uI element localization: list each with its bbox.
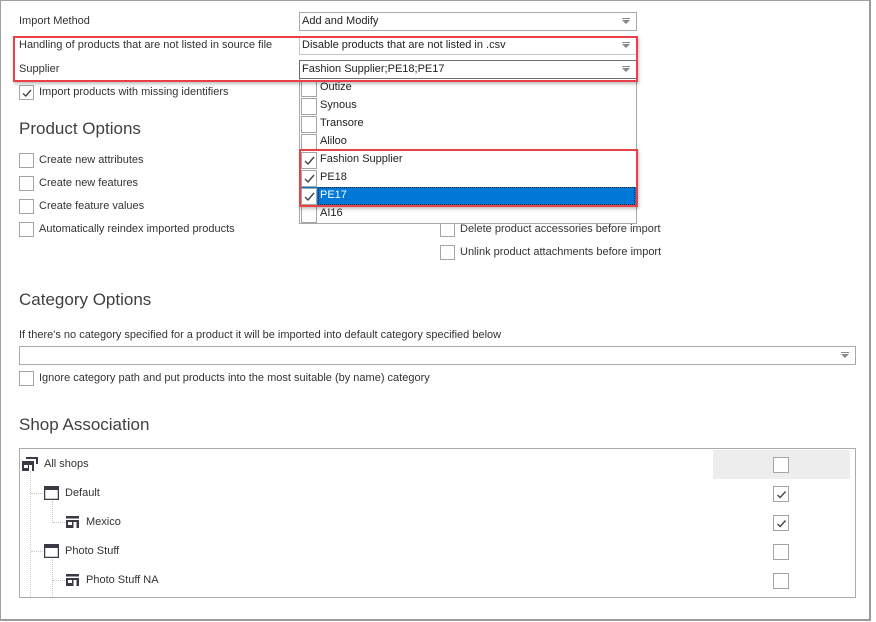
store-icon (66, 574, 79, 589)
tree-node-label: Photo Stuff (65, 545, 120, 557)
option-label: AI16 (320, 207, 343, 219)
shop-association-title: Shop Association (19, 415, 150, 434)
check-icon (304, 174, 315, 184)
check-icon (22, 89, 32, 97)
checkbox[interactable] (19, 222, 34, 237)
chevron-down-icon (622, 66, 630, 72)
checkbox[interactable] (19, 199, 34, 214)
option-checkbox[interactable] (301, 80, 317, 97)
tree-node-label: Mexico (86, 516, 121, 528)
chevron-down-icon (841, 352, 849, 358)
check-icon (777, 520, 787, 528)
supplier-option-ai16[interactable]: AI16 (300, 205, 636, 223)
checkbox-label: Create feature values (39, 200, 145, 212)
check-icon (304, 192, 315, 202)
shop-group-icon (22, 457, 38, 474)
option-checkbox[interactable] (301, 152, 317, 169)
supplier-select[interactable]: Fashion Supplier;PE18;PE17 (299, 60, 637, 79)
option-label: PE17 (320, 189, 347, 201)
checkbox-label: Create new attributes (39, 154, 144, 166)
handling-select[interactable]: Disable products that are not listed in … (299, 36, 637, 55)
option-checkbox[interactable] (301, 170, 317, 187)
checkbox-label: Delete product accessories before import (460, 223, 661, 235)
category-description: If there's no category specified for a p… (19, 329, 502, 341)
chevron-down-icon (622, 42, 630, 48)
shop-checkbox[interactable] (773, 544, 789, 560)
import-method-label: Import Method (19, 15, 90, 27)
option-checkbox[interactable] (301, 134, 317, 151)
supplier-option-pe17[interactable]: PE17 (300, 187, 636, 205)
handling-label: Handling of products that are not listed… (19, 39, 273, 51)
tree-node-photo-stuff-na[interactable]: Photo Stuff NA (20, 566, 855, 595)
shop-window-icon (43, 543, 60, 561)
shop-window-icon (43, 485, 60, 503)
import-method-value: Add and Modify (302, 15, 379, 27)
focus-outline (318, 187, 635, 205)
option-checkbox[interactable] (301, 188, 317, 205)
supplier-dropdown-list: Outize Synous Transore Aliloo Fashion Su… (299, 79, 637, 224)
tree-node-mexico[interactable]: Mexico (20, 508, 855, 537)
default-category-select[interactable] (19, 346, 856, 365)
checkbox-label: Automatically reindex imported products (39, 223, 235, 235)
option-label: Aliloo (320, 135, 347, 147)
checkbox-label: Unlink product attachments before import (460, 246, 662, 258)
option-label: Synous (320, 99, 357, 111)
check-icon (304, 156, 315, 166)
option-checkbox[interactable] (301, 98, 317, 115)
tree-node-photo-stuff[interactable]: Photo Stuff (20, 537, 855, 566)
import-method-select[interactable]: Add and Modify (299, 12, 637, 31)
category-options-title: Category Options (19, 290, 152, 309)
checkbox[interactable] (19, 176, 34, 191)
checkbox[interactable] (440, 222, 455, 237)
missing-identifiers-label: Import products with missing identifiers (39, 86, 229, 98)
product-options-title: Product Options (19, 119, 141, 138)
supplier-option-pe18[interactable]: PE18 (300, 169, 636, 187)
tree-node-label: Photo Stuff NA (86, 574, 159, 586)
tree-node-default[interactable]: Default (20, 479, 855, 508)
option-checkbox[interactable] (301, 206, 317, 223)
checkbox-label: Create new features (39, 177, 139, 189)
shop-checkbox[interactable] (773, 515, 789, 531)
shop-tree: All shops Default Mexico Photo Stuff Pho… (19, 448, 856, 598)
shop-checkbox[interactable] (773, 457, 789, 473)
checkbox[interactable] (19, 371, 34, 386)
supplier-value: Fashion Supplier;PE18;PE17 (302, 63, 445, 75)
supplier-option-fashion-supplier[interactable]: Fashion Supplier (300, 151, 636, 169)
supplier-option-synous[interactable]: Synous (300, 97, 636, 115)
option-label: PE18 (320, 171, 347, 183)
checkbox[interactable] (19, 85, 34, 100)
checkbox[interactable] (19, 153, 34, 168)
tree-node-all-shops[interactable]: All shops (20, 450, 855, 479)
chevron-down-icon (622, 18, 630, 24)
supplier-label: Supplier (19, 63, 60, 75)
supplier-option-transore[interactable]: Transore (300, 115, 636, 133)
tree-node-label: Default (65, 487, 100, 499)
option-checkbox[interactable] (301, 116, 317, 133)
tree-node-label: All shops (44, 458, 89, 470)
checkbox-label: Ignore category path and put products in… (39, 372, 430, 384)
option-label: Transore (320, 117, 364, 129)
store-icon (66, 516, 79, 531)
handling-value: Disable products that are not listed in … (302, 39, 506, 51)
checkbox[interactable] (440, 245, 455, 260)
option-label: Outize (320, 81, 352, 93)
supplier-option-aliloo[interactable]: Aliloo (300, 133, 636, 151)
shop-checkbox[interactable] (773, 573, 789, 589)
check-icon (777, 491, 787, 499)
supplier-option-outize[interactable]: Outize (300, 79, 636, 97)
option-label: Fashion Supplier (320, 153, 403, 165)
shop-checkbox[interactable] (773, 486, 789, 502)
